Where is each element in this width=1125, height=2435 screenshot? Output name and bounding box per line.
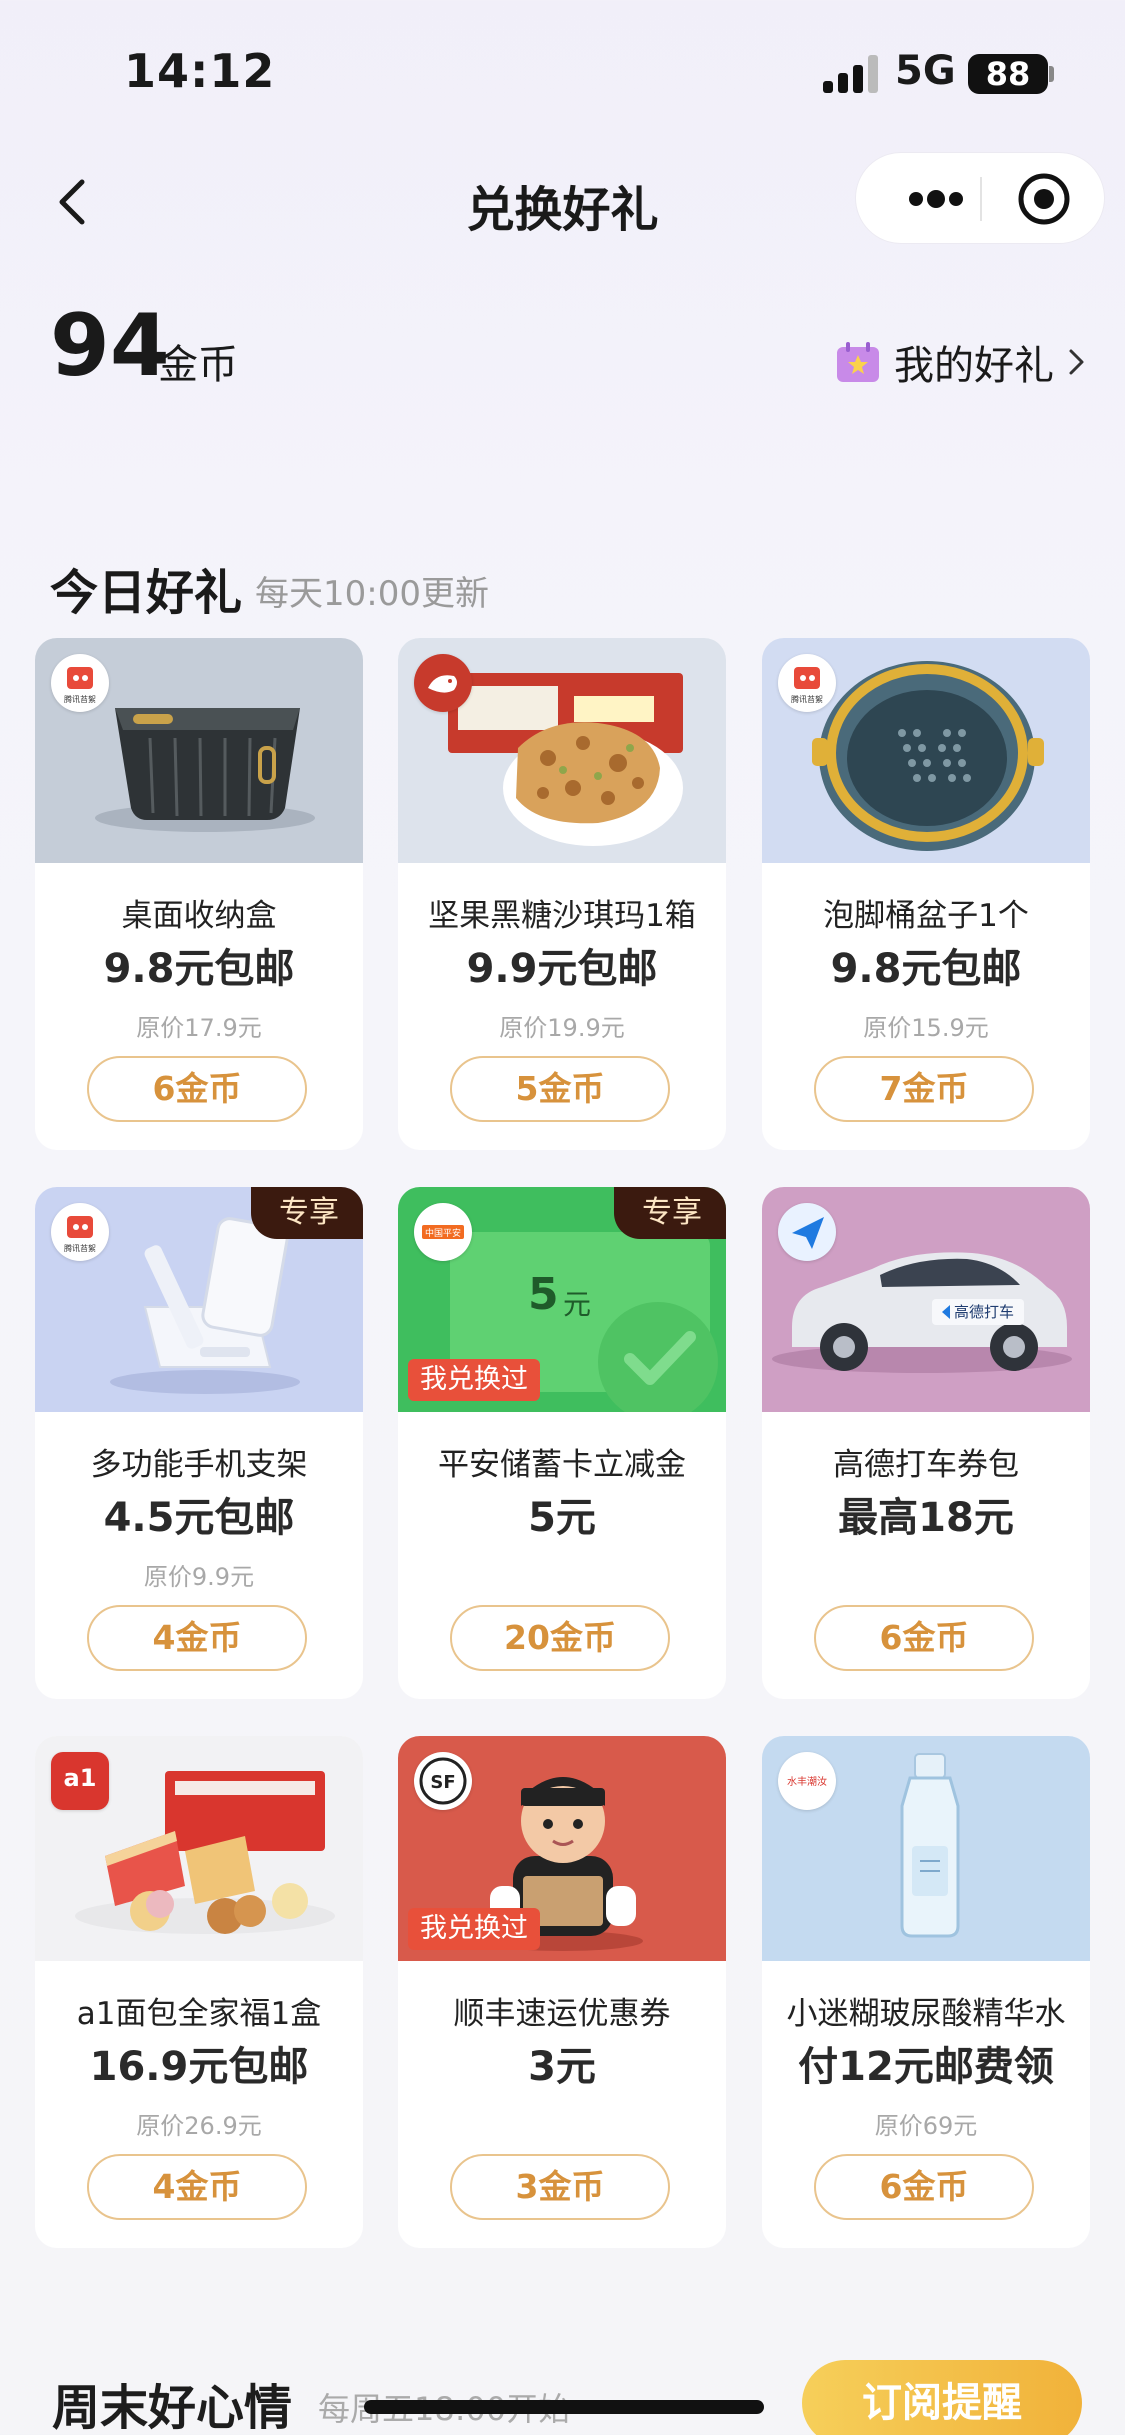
redeem-button[interactable]: 6金币 [87,1056,307,1122]
brand-label: 中国平安 [425,1227,461,1239]
product-price: 16.9元包邮 [89,2044,309,2090]
status-bar: 14:12 5G 88 [0,0,1125,150]
gift-card[interactable]: 腾讯苔絮 专享 多功能手机支架 4.5元包邮 原价9.9元 4金币 [35,1187,363,1699]
product-image: 腾讯苔絮 [762,638,1090,863]
redeemed-tag: 我兑换过 [408,1359,540,1401]
car-brand-text: 高德打车 [954,1303,1015,1321]
original-price: 原价9.9元 [143,1563,255,1591]
product-name: 高德打车券包 [833,1447,1019,1483]
redeem-button[interactable]: 20金币 [450,1605,670,1671]
product-name: 顺丰速运优惠券 [453,1996,671,2032]
original-price: 原价19.9元 [499,1014,625,1042]
amap-brand-logo [778,1203,836,1261]
gift-card[interactable]: 坚果黑糖沙琪玛1箱 9.9元包邮 原价19.9元 5金币 [398,638,726,1150]
redeem-button[interactable]: 6金币 [814,2154,1034,2220]
product-price: 3元 [528,2044,596,2090]
voucher-value: 5 [528,1269,559,1320]
brand-label: SF [430,1772,455,1793]
exclusive-tag: 专享 [251,1187,363,1239]
battery-icon: 88 [968,54,1048,94]
redeem-button[interactable]: 7金币 [814,1056,1034,1122]
product-name: a1面包全家福1盒 [76,1996,322,2032]
brand-label: 水丰潮汝 [787,1775,827,1788]
product-name: 平安储蓄卡立减金 [438,1447,686,1483]
brand-logo: 水丰潮汝 [778,1752,836,1810]
gift-card[interactable]: SF 我兑换过 顺丰速运优惠券 3元 3金币 [398,1736,726,2248]
redeem-button[interactable]: 5金币 [450,1056,670,1122]
section-title: 今日好礼 [50,565,243,621]
redeem-button[interactable]: 6金币 [814,1605,1034,1671]
redeem-button[interactable]: 4金币 [87,1605,307,1671]
product-name: 泡脚桶盆子1个 [823,898,1029,934]
product-image: 水丰潮汝 [762,1736,1090,1961]
gift-card[interactable]: 高德打车 高德打车券包 最高18元 6金币 [762,1187,1090,1699]
tencent-brand-logo: 腾讯苔絮 [51,1203,109,1261]
sf-brand-logo: SF [414,1752,472,1810]
weekend-section-title: 周末好心情 [52,2380,293,2435]
original-price: 原价69元 [874,2112,978,2140]
product-price: 9.8元包邮 [830,946,1022,992]
mini-program-capsule [855,152,1105,244]
brand-label: 腾讯苔絮 [64,694,96,704]
product-image: 腾讯苔絮 专享 [35,1187,363,1412]
product-image: 高德打车 [762,1187,1090,1412]
product-name: 桌面收纳盒 [121,898,277,934]
battery-tip [1049,66,1054,82]
more-icon[interactable] [892,153,980,245]
coin-unit: 金币 [158,342,238,388]
my-gifts-link[interactable]: 我的好礼 [836,334,1088,390]
redeemed-tag: 我兑换过 [408,1908,540,1950]
product-image: 腾讯苔絮 [35,638,363,863]
my-gifts-label: 我的好礼 [894,343,1054,389]
product-price: 付12元邮费领 [798,2044,1054,2090]
gift-card[interactable]: 腾讯苔絮 桌面收纳盒 9.8元包邮 原价17.9元 6金币 [35,638,363,1150]
exclusive-tag: 专享 [614,1187,726,1239]
product-price: 9.9元包邮 [466,946,658,992]
coin-balance: 94 [50,296,170,396]
section-subtitle: 每天10:00更新 [255,574,489,614]
gift-card[interactable]: a1 a1面包全家福1盒 16.9元包邮 原价26.9元 4金币 [35,1736,363,2248]
original-price: 原价15.9元 [863,1014,989,1042]
chevron-right-icon [1069,349,1084,375]
close-miniprogram-icon[interactable] [1016,171,1072,227]
a1-brand-logo: a1 [51,1752,109,1810]
signal-icon [823,55,881,93]
network-label: 5G [895,48,956,94]
product-image: 5 元 中国平安 专享 我兑换过 [398,1187,726,1412]
product-price: 4.5元包邮 [103,1495,295,1541]
brand-label: 腾讯苔絮 [791,694,823,704]
product-name: 多功能手机支架 [90,1447,308,1483]
product-image [398,638,726,863]
gift-card[interactable]: 腾讯苔絮 泡脚桶盆子1个 9.8元包邮 原价15.9元 7金币 [762,638,1090,1150]
brand-label: 腾讯苔絮 [64,1243,96,1253]
original-price: 原价17.9元 [136,1014,262,1042]
original-price: 原价26.9元 [136,2112,262,2140]
product-price: 5元 [528,1495,596,1541]
gift-card[interactable]: 水丰潮汝 小迷糊玻尿酸精华水 付12元邮费领 原价69元 6金币 [762,1736,1090,2248]
product-price: 9.8元包邮 [103,946,295,992]
brand-logo [414,654,472,712]
voucher-unit: 元 [563,1288,592,1321]
product-image: a1 [35,1736,363,1961]
product-image: SF 我兑换过 [398,1736,726,1961]
gift-card[interactable]: 5 元 中国平安 专享 我兑换过 平安储蓄卡立减金 5元 20金币 [398,1187,726,1699]
gift-box-icon [837,342,879,382]
subscribe-reminder-button[interactable]: 订阅提醒 [802,2360,1082,2435]
product-name: 坚果黑糖沙琪玛1箱 [428,898,696,934]
home-indicator[interactable] [364,2400,764,2414]
brand-label: a1 [64,1764,97,1792]
tencent-brand-logo: 腾讯苔絮 [51,654,109,712]
tencent-brand-logo: 腾讯苔絮 [778,654,836,712]
pingan-brand-logo: 中国平安 [414,1203,472,1261]
capsule-divider [980,177,982,221]
product-name: 小迷糊玻尿酸精华水 [786,1996,1066,2032]
status-time: 14:12 [124,44,276,98]
product-price: 最高18元 [838,1495,1014,1541]
redeem-button[interactable]: 3金币 [450,2154,670,2220]
redeem-button[interactable]: 4金币 [87,2154,307,2220]
